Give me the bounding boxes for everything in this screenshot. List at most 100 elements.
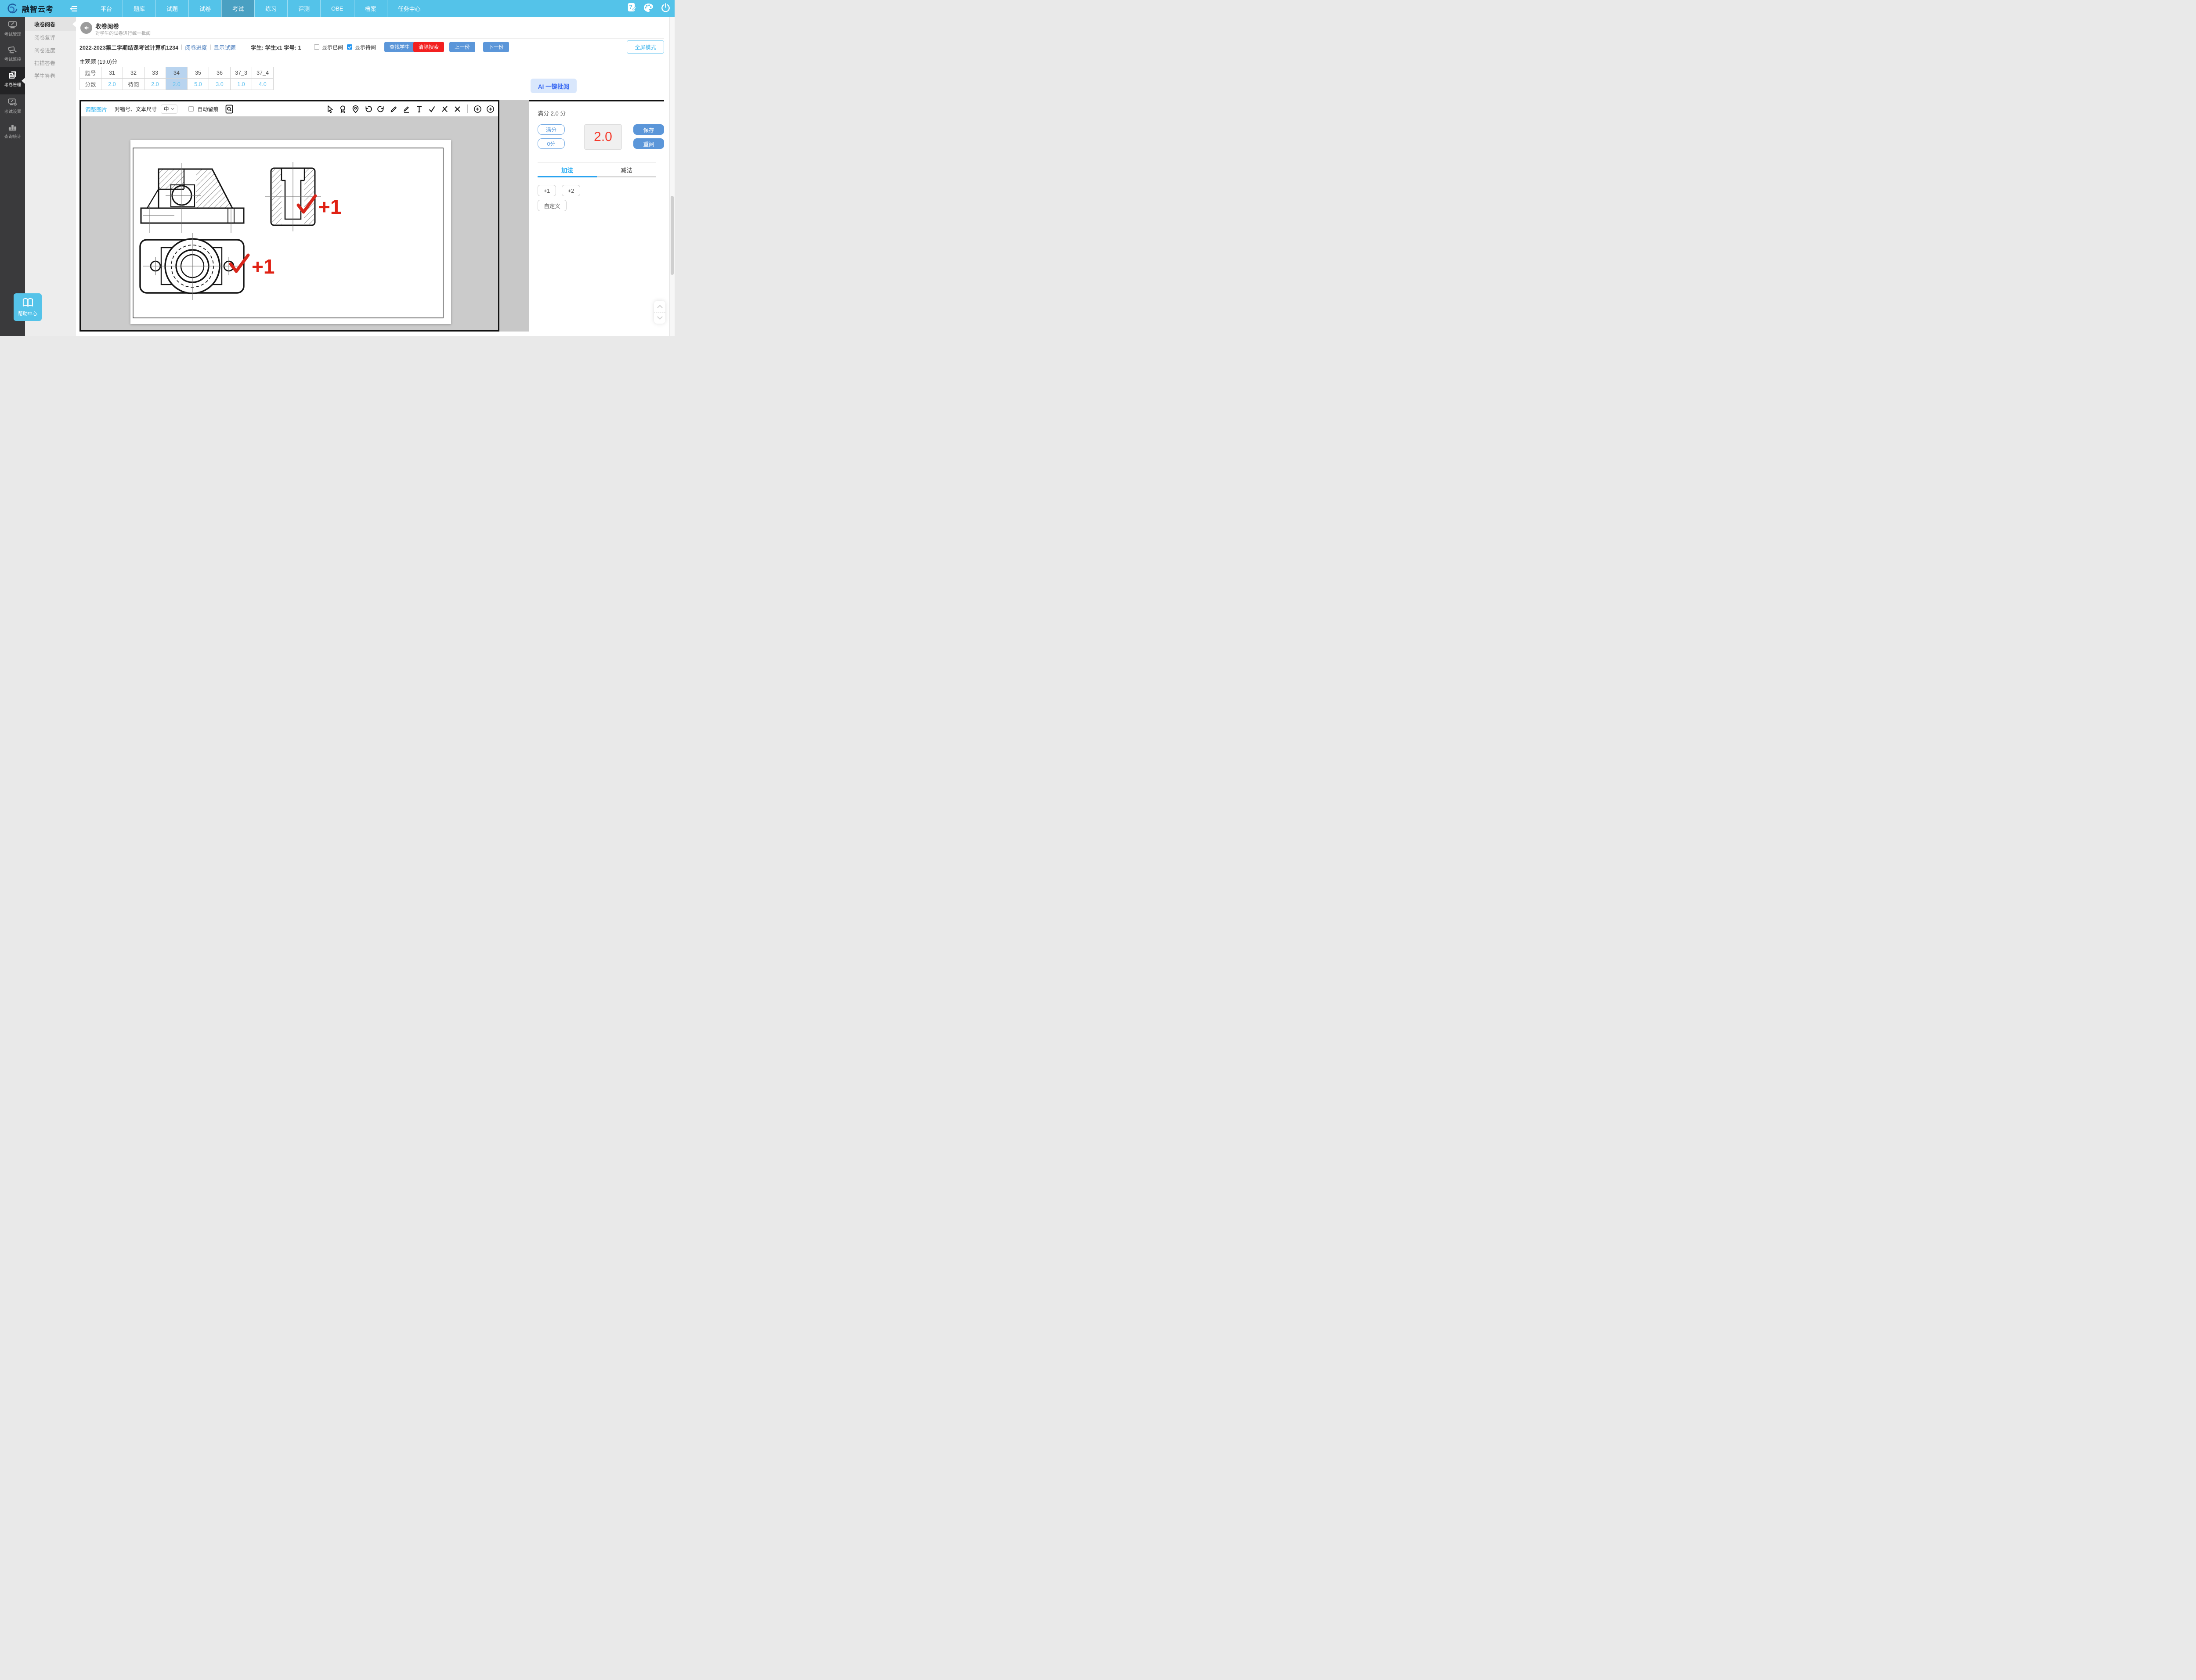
submenu-item-student-papers[interactable]: 学生答卷 [25,69,76,82]
add-two-button[interactable]: +2 [562,185,580,196]
nav-label: OBE [331,5,343,12]
question-cell-33[interactable]: 33 [144,67,166,79]
zero-score-button[interactable]: 0分 [538,138,565,149]
pencil-icon[interactable] [390,105,398,113]
regrade-button[interactable]: 重阅 [633,138,664,149]
mark-size-value: 中 [164,105,169,112]
question-cell-34[interactable]: 34 [166,67,188,79]
question-cell-31[interactable]: 31 [101,67,123,79]
answer-image-viewer[interactable]: +1 [81,116,498,330]
tab-indicator-inactive [597,176,656,177]
sidebar-item-query-statistics[interactable]: 查询统计 [0,119,25,144]
question-cell-37-4[interactable]: 37_4 [252,67,274,79]
nav-tab-exam[interactable]: 考试 [221,0,254,17]
question-cell-37-3[interactable]: 37_3 [231,67,252,79]
score-cell-32[interactable]: 待阅 [123,79,144,90]
medal-icon[interactable] [339,105,347,113]
nav-tab-question-bank[interactable]: 题库 [123,0,155,17]
find-student-button[interactable]: 查找学生 [384,42,415,52]
svg-text:?: ? [629,4,632,10]
score-cell-37-3[interactable]: 1.0 [231,79,252,90]
help-center-button[interactable]: 帮助中心 [14,293,42,321]
grading-progress-link[interactable]: 阅卷进度 [185,43,207,51]
question-cell-36[interactable]: 36 [209,67,231,79]
full-score-button[interactable]: 满分 [538,124,565,135]
power-icon[interactable] [661,3,670,14]
ai-grade-button[interactable]: AI 一键批阅 [531,79,577,93]
tab-addition[interactable]: 加法 [538,166,597,176]
question-number-row: 题号 31 32 33 34 35 36 37_3 37_4 [80,67,274,79]
nav-tab-platform[interactable]: 平台 [90,0,123,17]
menu-fold-icon[interactable] [70,5,78,12]
prev-paper-button[interactable]: 上一份 [449,42,475,52]
score-cell-37-4[interactable]: 4.0 [252,79,274,90]
redo-icon[interactable] [377,105,385,113]
answer-sheet: +1 [130,140,451,324]
score-cell-31[interactable]: 2.0 [101,79,123,90]
nav-tab-questions[interactable]: 试题 [155,0,188,17]
pen-icon[interactable] [402,105,411,113]
half-check-icon[interactable] [441,105,449,113]
cursor-icon[interactable] [326,105,334,113]
question-cell-32[interactable]: 32 [123,67,144,79]
mark-size-select[interactable]: 中 [161,105,177,114]
score-cell-36[interactable]: 3.0 [209,79,231,90]
pin-icon[interactable] [351,105,360,113]
undo-icon[interactable] [364,105,372,113]
sidebar-item-exam-settings[interactable]: 考试设置 [0,94,25,119]
submenu-item-regrade[interactable]: 阅卷复评 [25,31,76,44]
sidebar-item-label: 查询统计 [4,134,21,140]
show-reviewed-label: 显示已阅 [322,43,343,51]
sidebar-item-label: 考试监控 [4,57,21,63]
show-question-link[interactable]: 显示试题 [214,43,236,51]
annotation-check-2: +1 [231,255,274,278]
add-one-button[interactable]: +1 [538,185,556,196]
page-subtitle: 对学生的试卷进行统一批阅 [95,30,151,36]
page-scrollbar[interactable] [669,17,675,336]
nav-tab-practice[interactable]: 练习 [254,0,287,17]
text-icon[interactable] [415,105,423,113]
nav-tab-obe[interactable]: OBE [320,0,354,17]
nav-tab-evaluation[interactable]: 评测 [287,0,320,17]
nav-tab-archive[interactable]: 档案 [354,0,387,17]
nav-label: 评测 [298,4,310,13]
next-paper-button[interactable]: 下一份 [483,42,509,52]
cross-icon[interactable] [453,105,462,113]
submenu-item-scan-papers[interactable]: 扫描答卷 [25,57,76,69]
back-button[interactable] [80,22,92,34]
brand[interactable]: 融智云考 [0,3,72,14]
brand-title: 融智云考 [22,3,54,14]
prev-circle-icon[interactable] [473,105,482,113]
open-book-icon [22,297,34,308]
score-cell-34[interactable]: 2.0 [166,79,188,90]
secondary-menu: 收卷阅卷 阅卷复评 阅卷进度 扫描答卷 学生答卷 [25,17,76,336]
fullscreen-mode-button[interactable]: 全屏模式 [627,40,664,54]
sidebar-item-exam-monitoring[interactable]: 考试监控 [0,42,25,67]
adjust-image-link[interactable]: 调整图片 [85,105,107,113]
palette-icon[interactable] [643,3,654,14]
score-cell-33[interactable]: 2.0 [144,79,166,90]
help-doc-icon[interactable]: ? [627,3,636,14]
sidebar-item-exam-management[interactable]: 考试管理 [0,17,25,42]
show-pending-checkbox[interactable] [347,44,352,50]
scrollbar-thumb[interactable] [671,196,674,275]
next-circle-icon[interactable] [486,105,495,113]
nav-tab-task-center[interactable]: 任务中心 [387,0,431,17]
show-pending-label: 显示待阅 [355,43,376,51]
tab-subtraction[interactable]: 减法 [597,166,656,176]
clear-search-button[interactable]: 清除搜索 [413,42,444,52]
monitor-gear-icon [8,98,17,107]
check-icon[interactable] [428,105,436,113]
question-cell-35[interactable]: 35 [188,67,209,79]
show-reviewed-checkbox[interactable] [314,44,319,50]
scroll-up-button[interactable] [654,301,665,313]
submenu-item-collect-grade[interactable]: 收卷阅卷 [25,17,76,31]
save-button[interactable]: 保存 [633,124,664,135]
magnifier-doc-icon[interactable] [225,105,234,113]
nav-tab-papers[interactable]: 试卷 [188,0,221,17]
scroll-down-button[interactable] [654,313,665,324]
auto-trace-checkbox[interactable] [188,106,194,112]
custom-score-button[interactable]: 自定义 [538,200,567,211]
submenu-item-grading-progress[interactable]: 阅卷进度 [25,44,76,57]
score-cell-35[interactable]: 5.0 [188,79,209,90]
